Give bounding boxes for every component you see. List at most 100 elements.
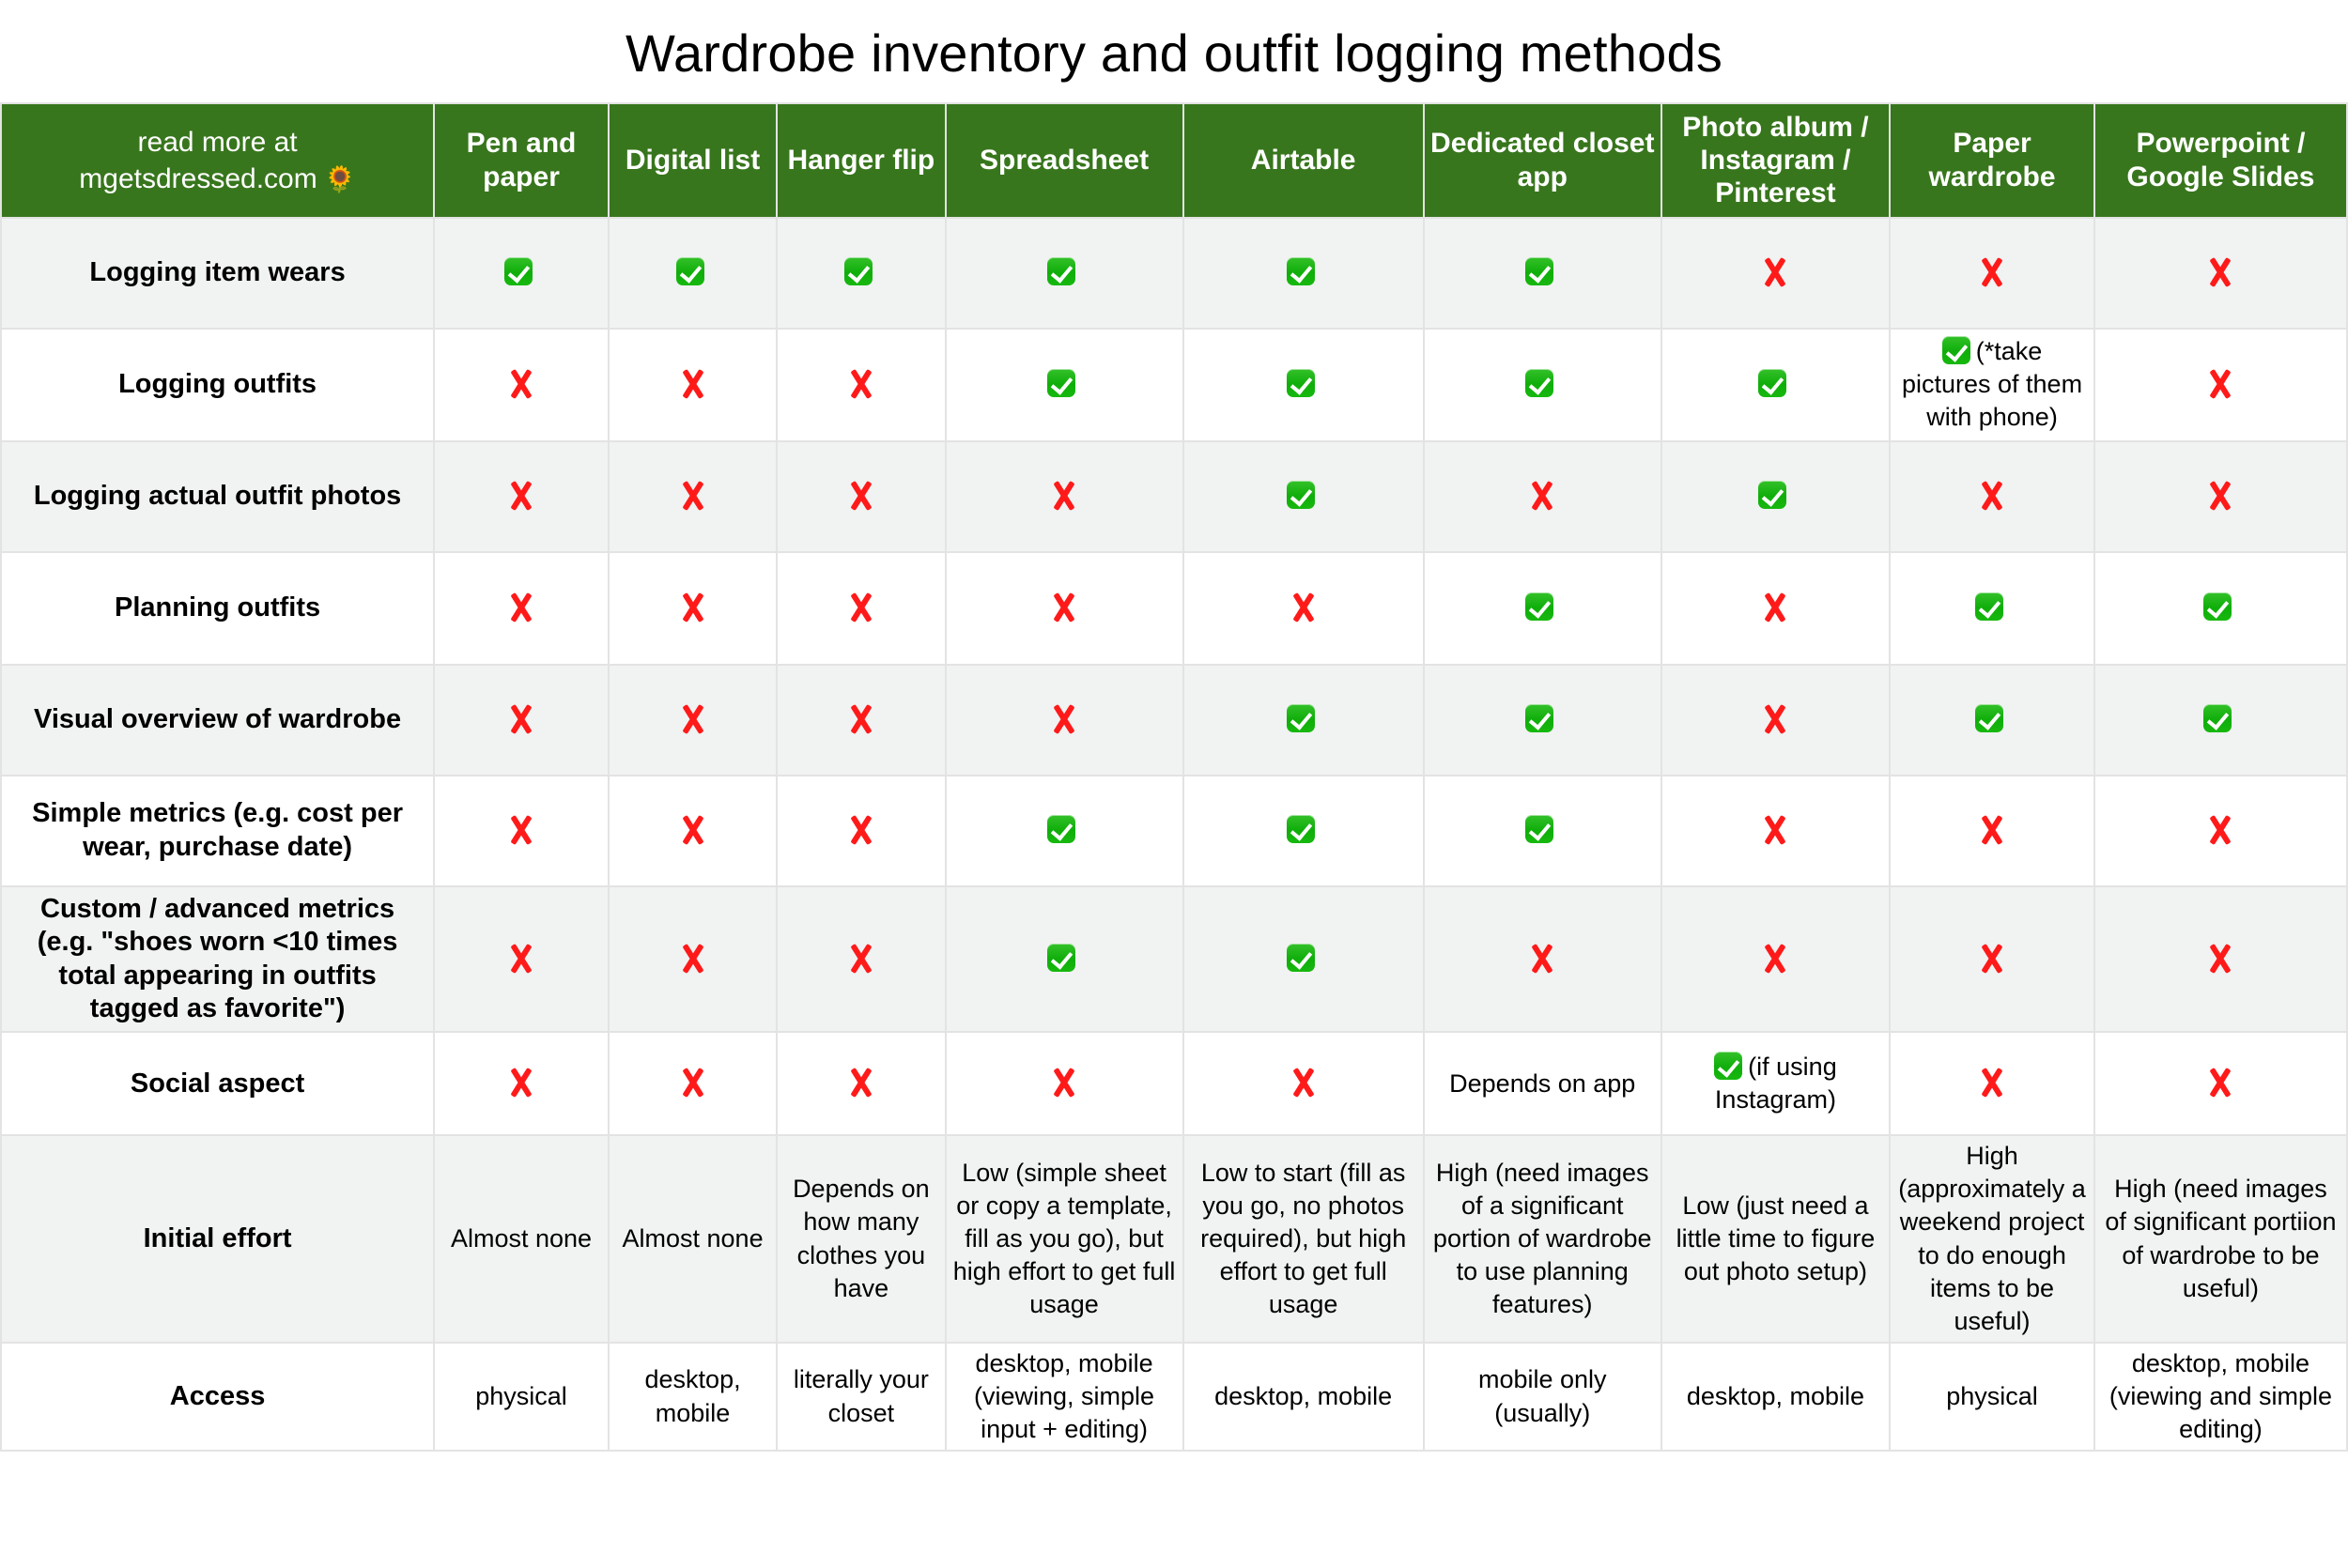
check-icon bbox=[1975, 704, 2004, 733]
table-cell bbox=[944, 216, 1184, 330]
table-cell bbox=[607, 327, 779, 442]
cross-icon bbox=[677, 480, 709, 512]
cross-icon bbox=[845, 703, 877, 735]
table-cell bbox=[1182, 884, 1425, 1034]
table-cell bbox=[1889, 663, 2095, 776]
check-icon bbox=[1758, 369, 1787, 398]
row-label: Simple metrics (e.g. cost per wear, purc… bbox=[0, 774, 436, 887]
cell-text: physical bbox=[475, 1381, 567, 1410]
table-cell bbox=[1182, 216, 1425, 330]
cell-text: Almost none bbox=[622, 1224, 764, 1253]
table-cell bbox=[2093, 663, 2348, 776]
table-row: Planning outfits bbox=[0, 550, 2348, 666]
cell-text: desktop, mobile bbox=[644, 1365, 741, 1427]
row-label: Logging item wears bbox=[0, 216, 436, 330]
table-cell bbox=[607, 216, 779, 330]
sunflower-icon: 🌻 bbox=[317, 164, 356, 193]
table-row: Visual overview of wardrobe bbox=[0, 663, 2348, 776]
table-cell bbox=[944, 550, 1184, 666]
check-icon bbox=[1758, 481, 1787, 510]
cell-text: Depends on how many clothes you have bbox=[793, 1175, 930, 1302]
check-icon bbox=[1286, 704, 1315, 733]
table-cell bbox=[776, 327, 947, 442]
column-header-hanger-flip: Hanger flip bbox=[776, 101, 947, 219]
cross-icon bbox=[1048, 480, 1080, 512]
cross-icon bbox=[1526, 943, 1558, 975]
table-body: Logging item wears Logging outfits (*take … bbox=[0, 216, 2348, 1453]
table-cell bbox=[607, 774, 779, 887]
cross-icon bbox=[1048, 1067, 1080, 1099]
column-header-spreadsheet: Spreadsheet bbox=[944, 101, 1184, 219]
table-cell bbox=[1889, 884, 2095, 1034]
cell-text: desktop, mobile bbox=[1686, 1381, 1864, 1410]
table-cell bbox=[776, 774, 947, 887]
cell-text: Depends on app bbox=[1449, 1068, 1636, 1098]
cross-icon bbox=[1759, 703, 1791, 735]
table-cell: (if using Instagram) bbox=[1660, 1031, 1892, 1137]
table-cell bbox=[1182, 774, 1425, 887]
check-icon bbox=[1975, 592, 2004, 622]
table-cell bbox=[1182, 550, 1425, 666]
cross-icon bbox=[1759, 592, 1791, 623]
cross-icon bbox=[2204, 814, 2236, 846]
table-cell bbox=[944, 1031, 1184, 1137]
cross-icon bbox=[1759, 943, 1791, 975]
check-icon bbox=[1286, 815, 1315, 844]
table-cell bbox=[776, 1031, 947, 1137]
cell-text: High (need images of significant portiio… bbox=[2105, 1175, 2337, 1302]
check-icon bbox=[1714, 1052, 1743, 1081]
column-header-paper-wardrobe: Paper wardrobe bbox=[1889, 101, 2095, 219]
cross-icon bbox=[677, 368, 709, 400]
table-cell bbox=[1889, 550, 2095, 666]
cross-icon bbox=[1759, 814, 1791, 846]
cross-icon bbox=[2204, 256, 2236, 288]
page-title: Wardrobe inventory and outfit logging me… bbox=[625, 23, 1723, 83]
check-icon bbox=[1286, 481, 1315, 510]
table-cell bbox=[1660, 327, 1892, 442]
check-icon bbox=[675, 257, 704, 286]
cross-icon bbox=[505, 592, 537, 623]
comparison-table: read more at mgetsdressed.com 🌻 Pen and … bbox=[0, 101, 2348, 1453]
table-cell: Almost none bbox=[433, 1134, 610, 1344]
table-cell bbox=[607, 884, 779, 1034]
table-row: Logging item wears bbox=[0, 216, 2348, 330]
table-cell: (*take pictures of them with phone) bbox=[1889, 327, 2095, 442]
check-icon bbox=[1525, 704, 1554, 733]
cell-text: High (approximately a weekend project to… bbox=[1898, 1142, 2086, 1335]
table-cell bbox=[1422, 663, 1662, 776]
cross-icon bbox=[1288, 1067, 1320, 1099]
check-icon bbox=[1286, 369, 1315, 398]
table-cell bbox=[1422, 774, 1662, 887]
check-icon bbox=[1047, 257, 1076, 286]
check-icon bbox=[1047, 815, 1076, 844]
table-row: Custom / advanced metrics (e.g. "shoes w… bbox=[0, 884, 2348, 1034]
table-cell: desktop, mobile bbox=[1182, 1341, 1425, 1453]
table-cell bbox=[1660, 216, 1892, 330]
check-icon bbox=[1525, 257, 1554, 286]
table-cell: desktop, mobile (viewing and simple edit… bbox=[2093, 1341, 2348, 1453]
row-label: Logging actual outfit photos bbox=[0, 439, 436, 553]
row-label: Initial effort bbox=[0, 1134, 436, 1344]
table-cell bbox=[1660, 439, 1892, 553]
cross-icon bbox=[677, 703, 709, 735]
table-cell bbox=[607, 439, 779, 553]
check-icon bbox=[1286, 944, 1315, 972]
table-row: Logging actual outfit photos bbox=[0, 439, 2348, 553]
cell-text: Almost none bbox=[450, 1224, 593, 1253]
cross-icon bbox=[845, 480, 877, 512]
table-cell bbox=[776, 216, 947, 330]
table-cell bbox=[2093, 550, 2348, 666]
table-cell bbox=[607, 1031, 779, 1137]
table-cell bbox=[776, 439, 947, 553]
table-row: Logging outfits (*take pictures of them w… bbox=[0, 327, 2348, 442]
table-cell bbox=[607, 663, 779, 776]
table-cell: mobile only (usually) bbox=[1422, 1341, 1662, 1453]
cross-icon bbox=[1976, 480, 2008, 512]
table-cell bbox=[1660, 774, 1892, 887]
column-header-digital-list: Digital list bbox=[607, 101, 779, 219]
row-label: Planning outfits bbox=[0, 550, 436, 666]
row-label: Access bbox=[0, 1341, 436, 1453]
table-cell bbox=[944, 774, 1184, 887]
table-head: read more at mgetsdressed.com 🌻 Pen and … bbox=[0, 101, 2348, 219]
cross-icon bbox=[505, 480, 537, 512]
